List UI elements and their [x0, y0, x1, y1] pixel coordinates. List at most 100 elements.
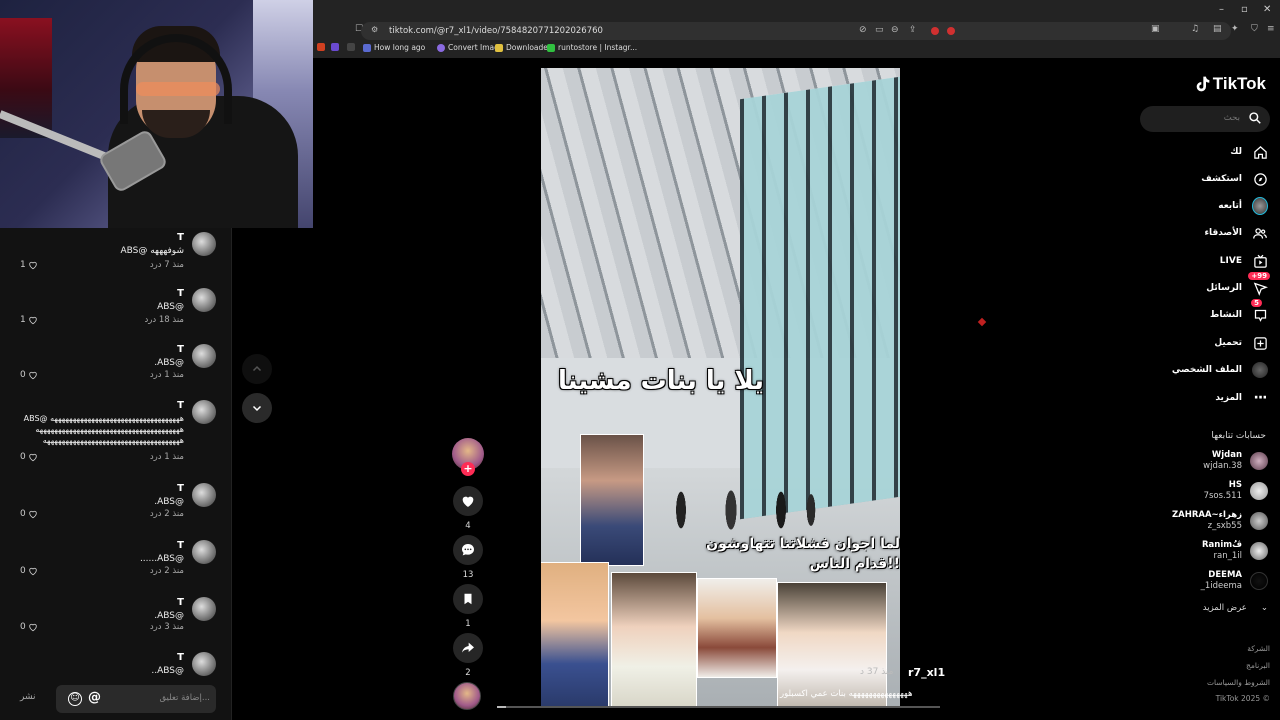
like-button[interactable]: 4	[453, 486, 483, 531]
avatar[interactable]	[192, 288, 216, 312]
footer-program-link[interactable]: البرنامج	[1246, 661, 1270, 670]
tiktok-logo[interactable]: TikTok	[1194, 74, 1266, 94]
comment-user[interactable]: T	[177, 232, 184, 243]
nav-for-you[interactable]: لك	[1230, 144, 1268, 160]
menu-icon[interactable]: ≡	[1267, 24, 1275, 34]
nav-live[interactable]: LIVE	[1220, 253, 1268, 269]
follow-button[interactable]: +	[461, 462, 475, 476]
sound-avatar[interactable]	[453, 682, 481, 710]
comment-like-button[interactable]: 1	[20, 315, 38, 325]
comment-like-button[interactable]: 0	[20, 370, 38, 380]
previous-video-button[interactable]	[242, 354, 272, 384]
emoji-icon[interactable]: ☺	[68, 692, 82, 706]
sidebar-toggle-icon[interactable]: ▣	[1151, 24, 1160, 34]
followed-account[interactable]: Ranimڤُُ ran_1il	[1140, 540, 1280, 564]
avatar[interactable]	[192, 540, 216, 564]
search-input[interactable]: بحث	[1140, 106, 1270, 132]
next-video-button[interactable]	[242, 393, 272, 423]
video-progress-bar[interactable]	[497, 706, 940, 708]
post-comment-button[interactable]: نشر	[20, 692, 36, 702]
video-author[interactable]: r7_xl1	[908, 666, 945, 679]
bookmark-downloader[interactable]: Downloader	[495, 43, 551, 52]
comment-like-button[interactable]: 0	[20, 452, 38, 462]
avatar[interactable]	[192, 597, 216, 621]
comment-user[interactable]: T	[177, 344, 184, 355]
reply-button[interactable]: رد	[150, 509, 158, 519]
photo-sticker	[611, 572, 697, 708]
footer-terms-link[interactable]: الشروط والسياسات	[1207, 678, 1270, 687]
site-info-icon[interactable]: ⚙	[371, 25, 378, 34]
see-more-button[interactable]: عرض المزيد ⌄	[1203, 603, 1268, 613]
chevron-down-icon: ⌄	[1260, 603, 1268, 613]
reply-button[interactable]: رد	[150, 370, 158, 380]
reply-button[interactable]: رد	[150, 452, 158, 462]
bookmark-c[interactable]	[347, 43, 355, 51]
followed-account[interactable]: Wjdan wjdan.38	[1140, 450, 1280, 474]
close-window-button[interactable]: ✕	[1263, 4, 1271, 15]
minimize-button[interactable]: –	[1219, 4, 1224, 15]
rewards-icon[interactable]	[947, 27, 955, 35]
nav-upload[interactable]: تحميل	[1214, 335, 1268, 351]
comment-like-button[interactable]: 0	[20, 509, 38, 519]
followed-account[interactable]: ZAHRAA~زهراء z_sxb55	[1140, 510, 1280, 534]
reply-button[interactable]: رد	[150, 566, 158, 576]
comment-user[interactable]: T	[177, 540, 184, 551]
chevron-up-icon	[252, 365, 262, 372]
nav-following[interactable]: أتابعه	[1218, 197, 1268, 215]
avatar[interactable]	[192, 344, 216, 368]
reply-button[interactable]: رد	[150, 260, 158, 270]
comment-user[interactable]: T	[177, 288, 184, 299]
bookmark-s[interactable]	[331, 43, 339, 51]
wallet-icon[interactable]: ▤	[1213, 24, 1222, 34]
avatar[interactable]	[192, 483, 216, 507]
nav-explore[interactable]: استكشف	[1201, 171, 1268, 187]
reply-button[interactable]: رد	[150, 622, 158, 632]
avatar[interactable]	[192, 652, 216, 676]
nav-activity[interactable]: النشاط 5	[1210, 299, 1268, 323]
comment-like-button[interactable]: 0	[20, 622, 38, 632]
comment-input[interactable]: ☺ @ إضافة تعليق...	[56, 685, 216, 713]
comment-meta: منذ 1 درد	[149, 452, 184, 462]
share-button[interactable]: 2	[453, 633, 483, 678]
zoom-icon[interactable]: ⊖	[891, 25, 899, 35]
bookmark-apps[interactable]	[317, 43, 325, 51]
footer-company-link[interactable]: الشركة	[1247, 644, 1270, 653]
nav-more[interactable]: المزيد ···	[1215, 390, 1268, 406]
video-player[interactable]: يلا يا بنات مشينا لما اجوان فشلاتنا تتها…	[541, 68, 900, 708]
comment-user[interactable]: T	[177, 597, 184, 608]
extension-icon[interactable]: ⊘	[859, 25, 867, 35]
vpn-icon[interactable]: ⛉	[1251, 24, 1258, 34]
followed-account[interactable]: DEEMA _1ideema	[1140, 570, 1280, 594]
comment-user[interactable]: T	[177, 400, 184, 411]
bookmark-how-long-ago[interactable]: How long ago	[363, 43, 425, 52]
bookmark-convert-image[interactable]: Convert Image	[437, 43, 504, 52]
heart-icon	[28, 510, 37, 519]
brave-shield-icon[interactable]	[931, 27, 939, 35]
bookmark-runtostore[interactable]: runtostore | Instagr...	[547, 43, 637, 52]
comment-text: ABS@ شوفهههه	[120, 246, 184, 256]
maximize-button[interactable]: ▫	[1241, 4, 1248, 15]
nav-profile[interactable]: الملف الشخصي	[1172, 362, 1268, 378]
url-text[interactable]: tiktok.com/@r7_xl1/video/758482077120202…	[389, 26, 603, 36]
media-icon[interactable]: ♫	[1191, 24, 1199, 34]
comment-like-button[interactable]: 1	[20, 260, 38, 270]
nav-messages[interactable]: الرسائل +99	[1206, 272, 1270, 296]
comment-user[interactable]: T	[177, 483, 184, 494]
leo-icon[interactable]: ✦	[1231, 24, 1239, 34]
messages-icon	[1253, 281, 1268, 296]
avatar[interactable]	[192, 232, 216, 256]
cast-icon[interactable]: ▭	[875, 25, 884, 35]
comment-user[interactable]: T	[177, 652, 184, 663]
save-button[interactable]: 1	[453, 584, 483, 629]
comments-button[interactable]: 13	[453, 535, 483, 580]
followed-account[interactable]: HS 7sos.511	[1140, 480, 1280, 504]
comment-count: 13	[462, 570, 474, 580]
nav-friends[interactable]: الأصدقاء	[1204, 225, 1268, 241]
mention-icon[interactable]: @	[88, 690, 101, 705]
share-page-icon[interactable]: ⇪	[909, 25, 917, 35]
avatar[interactable]	[192, 400, 216, 424]
comment-like-button[interactable]: 0	[20, 566, 38, 576]
search-icon[interactable]	[1248, 111, 1262, 125]
address-bar[interactable]: ⚙ tiktok.com/@r7_xl1/video/7584820771202…	[361, 22, 1231, 40]
browser-chrome: – ▫ ✕ ☐ ⚙ tiktok.com/@r7_xl1/video/75848…	[313, 0, 1280, 58]
